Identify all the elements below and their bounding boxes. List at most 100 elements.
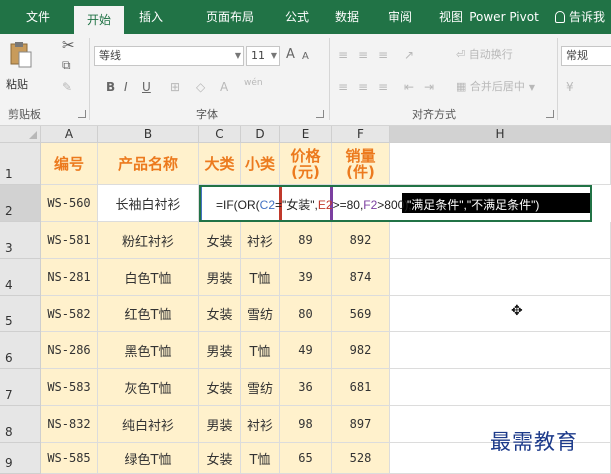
header-cell-price[interactable]: 价格 (元) — [280, 143, 332, 185]
table-cell[interactable]: 39 — [280, 259, 332, 296]
orientation-icon[interactable]: ↗ — [404, 46, 414, 64]
table-cell[interactable]: 892 — [332, 222, 390, 259]
table-cell[interactable]: 98 — [280, 406, 332, 443]
table-cell[interactable]: WS-585 — [41, 443, 98, 474]
cell-h6[interactable] — [390, 332, 611, 369]
shrink-font-icon[interactable]: A — [302, 48, 309, 66]
border-icon[interactable]: ⊞ — [170, 78, 180, 96]
header-cell-category[interactable]: 大类 — [199, 143, 241, 185]
cell-h4[interactable] — [390, 259, 611, 296]
table-cell[interactable]: 纯白衬衫 — [98, 406, 199, 443]
table-cell[interactable]: 长袖白衬衫 — [98, 185, 199, 222]
align-right-icon[interactable]: ≡ — [378, 78, 388, 96]
column-header-f[interactable]: F — [332, 126, 390, 143]
row-header-2[interactable]: 2 — [0, 185, 41, 222]
table-cell[interactable]: 65 — [280, 443, 332, 474]
table-cell[interactable]: 874 — [332, 259, 390, 296]
cut-icon[interactable]: ✂ — [62, 36, 75, 54]
font-launcher-icon[interactable] — [316, 110, 324, 118]
decrease-indent-icon[interactable]: ⇤ — [404, 78, 414, 96]
table-cell[interactable]: 女装 — [199, 369, 241, 406]
table-cell[interactable]: NS-281 — [41, 259, 98, 296]
increase-indent-icon[interactable]: ⇥ — [424, 78, 434, 96]
merge-center-button[interactable]: ▦ 合并后居中 ▼ — [456, 78, 535, 97]
table-cell[interactable]: WS-560 — [41, 185, 98, 222]
tab-data[interactable]: 数据 — [322, 0, 372, 34]
font-color-button[interactable]: A — [220, 78, 228, 96]
table-cell[interactable]: 雪纺 — [241, 369, 280, 406]
table-cell[interactable]: 女装 — [199, 222, 241, 259]
table-cell[interactable]: 569 — [332, 296, 390, 332]
tab-power-pivot[interactable]: Power Pivot — [455, 0, 553, 34]
table-cell[interactable]: 49 — [280, 332, 332, 369]
clipboard-launcher-icon[interactable] — [78, 110, 86, 118]
table-cell[interactable]: T恤 — [241, 332, 280, 369]
format-painter-icon[interactable]: ✎ — [62, 78, 72, 96]
grow-font-icon[interactable]: A — [286, 46, 295, 64]
column-header-c[interactable]: C — [199, 126, 241, 143]
underline-button[interactable]: U — [142, 78, 151, 96]
header-cell-subcategory[interactable]: 小类 — [241, 143, 280, 185]
table-cell[interactable]: 女装 — [199, 296, 241, 332]
table-cell[interactable]: 681 — [332, 369, 390, 406]
alignment-launcher-icon[interactable] — [546, 110, 554, 118]
cell-h1[interactable] — [390, 143, 611, 185]
tab-formulas[interactable]: 公式 — [272, 0, 322, 34]
align-center-icon[interactable]: ≡ — [358, 78, 368, 96]
table-cell[interactable]: T恤 — [241, 443, 280, 474]
column-header-a[interactable]: A — [41, 126, 98, 143]
table-cell[interactable]: 36 — [280, 369, 332, 406]
header-cell-sales[interactable]: 销量 (件) — [332, 143, 390, 185]
table-cell[interactable]: 男装 — [199, 332, 241, 369]
row-header-5[interactable]: 5 — [0, 296, 41, 332]
font-name-select[interactable]: 等线 ▼ — [94, 46, 244, 66]
table-cell[interactable]: 白色T恤 — [98, 259, 199, 296]
table-cell[interactable]: 红色T恤 — [98, 296, 199, 332]
table-cell[interactable]: WS-583 — [41, 369, 98, 406]
tab-insert[interactable]: 插入 — [126, 0, 176, 34]
tab-page-layout[interactable]: 页面布局 — [192, 0, 268, 34]
table-cell[interactable]: NS-832 — [41, 406, 98, 443]
table-cell[interactable]: WS-582 — [41, 296, 98, 332]
copy-icon[interactable]: ⧉ — [62, 56, 71, 74]
table-cell[interactable]: 男装 — [199, 406, 241, 443]
table-cell[interactable]: 89 — [280, 222, 332, 259]
table-cell[interactable]: 女装 — [199, 443, 241, 474]
table-cell[interactable]: T恤 — [241, 259, 280, 296]
tab-home[interactable]: 开始 — [74, 6, 124, 34]
table-cell[interactable]: 衬衫 — [241, 222, 280, 259]
align-bottom-icon[interactable]: ≡ — [378, 46, 388, 64]
table-cell[interactable]: 982 — [332, 332, 390, 369]
header-cell-code[interactable]: 编号 — [41, 143, 98, 185]
align-top-icon[interactable]: ≡ — [338, 46, 348, 64]
table-cell[interactable]: 528 — [332, 443, 390, 474]
row-header-8[interactable]: 8 — [0, 406, 41, 443]
table-cell[interactable]: 黑色T恤 — [98, 332, 199, 369]
align-middle-icon[interactable]: ≡ — [358, 46, 368, 64]
row-header-3[interactable]: 3 — [0, 222, 41, 259]
row-header-1[interactable]: 1 — [0, 143, 41, 185]
table-cell[interactable]: NS-286 — [41, 332, 98, 369]
column-header-d[interactable]: D — [241, 126, 280, 143]
table-cell[interactable]: 雪纺 — [241, 296, 280, 332]
column-header-h[interactable]: H — [390, 126, 611, 143]
header-cell-product[interactable]: 产品名称 — [98, 143, 199, 185]
fill-color-icon[interactable]: ◇ — [196, 78, 205, 96]
table-cell[interactable]: 灰色T恤 — [98, 369, 199, 406]
table-cell[interactable]: 80 — [280, 296, 332, 332]
bold-button[interactable]: B — [106, 78, 115, 96]
wrap-text-button[interactable]: ⏎ 自动换行 — [456, 46, 513, 64]
number-format-select[interactable]: 常规 — [561, 46, 611, 66]
paste-button[interactable]: 粘贴 — [6, 38, 34, 91]
tab-review[interactable]: 审阅 — [375, 0, 425, 34]
table-cell[interactable]: 衬衫 — [241, 406, 280, 443]
row-header-6[interactable]: 6 — [0, 332, 41, 369]
cell-h5[interactable] — [390, 296, 611, 332]
column-header-e[interactable]: E — [280, 126, 332, 143]
row-header-7[interactable]: 7 — [0, 369, 41, 406]
table-cell[interactable]: WS-581 — [41, 222, 98, 259]
table-cell[interactable]: 男装 — [199, 259, 241, 296]
table-cell[interactable]: 897 — [332, 406, 390, 443]
cell-h7[interactable] — [390, 369, 611, 406]
table-cell[interactable]: 绿色T恤 — [98, 443, 199, 474]
